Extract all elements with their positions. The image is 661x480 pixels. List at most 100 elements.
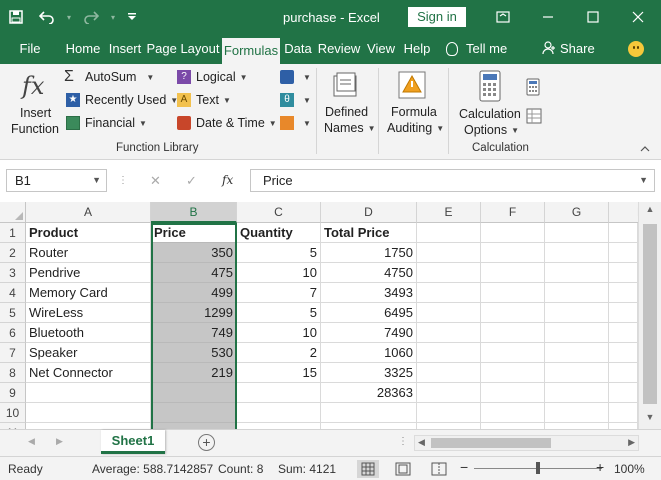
row-header[interactable]: 10 (0, 403, 26, 423)
cell-h1[interactable] (609, 223, 638, 243)
cell-h6[interactable] (609, 323, 638, 343)
add-sheet-icon[interactable]: + (198, 434, 215, 451)
cell-a9[interactable] (26, 383, 151, 403)
horizontal-scroll-thumb[interactable] (431, 438, 551, 448)
cell-a6[interactable]: Bluetooth (26, 323, 151, 343)
chevron-down-icon[interactable]: ▼ (92, 170, 101, 191)
cell-h5[interactable] (609, 303, 638, 323)
cell-e9[interactable] (417, 383, 481, 403)
scroll-left-icon[interactable]: ◀ (418, 437, 425, 448)
cell-e2[interactable] (417, 243, 481, 263)
cell-e6[interactable] (417, 323, 481, 343)
collapse-ribbon-icon[interactable] (640, 144, 650, 155)
select-all-button[interactable] (0, 202, 26, 223)
cell-d1[interactable]: Total Price (321, 223, 417, 243)
cell-g8[interactable] (545, 363, 609, 383)
cell-b5[interactable]: 1299 (151, 303, 237, 323)
cell-f6[interactable] (481, 323, 545, 343)
insert-function-label-2[interactable]: Function (11, 122, 59, 136)
scroll-up-icon[interactable]: ▲ (639, 204, 661, 220)
cell-c6[interactable]: 10 (237, 323, 321, 343)
cell-a4[interactable]: Memory Card (26, 283, 151, 303)
tell-me-search[interactable]: Tell me (466, 34, 522, 64)
column-header-e[interactable]: E (417, 202, 481, 223)
redo-dropdown-icon[interactable]: ▾ (106, 0, 120, 34)
cell-d3[interactable]: 4750 (321, 263, 417, 283)
lookup-reference-button[interactable]: ▼ (280, 70, 311, 84)
formula-auditing-icon[interactable] (397, 70, 429, 103)
cell-c2[interactable]: 5 (237, 243, 321, 263)
tab-page-layout[interactable]: Page Layout (146, 34, 220, 64)
cell-d8[interactable]: 3325 (321, 363, 417, 383)
column-header-g[interactable]: G (545, 202, 609, 223)
cell-g3[interactable] (545, 263, 609, 283)
cell-h3[interactable] (609, 263, 638, 283)
zoom-level[interactable]: 100% (614, 462, 645, 476)
formula-input[interactable]: Price ▼ (250, 169, 655, 192)
date-time-button[interactable]: Date & Time ▼ (177, 116, 277, 130)
row-header[interactable]: 2 (0, 243, 26, 263)
column-header-a[interactable]: A (26, 202, 151, 223)
cell-h8[interactable] (609, 363, 638, 383)
cell-e4[interactable] (417, 283, 481, 303)
financial-button[interactable]: Financial ▼ (66, 116, 147, 130)
cell-c4[interactable]: 7 (237, 283, 321, 303)
share-button[interactable]: Share (560, 34, 595, 64)
cancel-icon[interactable]: ✕ (150, 169, 161, 192)
scroll-down-icon[interactable]: ▼ (639, 412, 661, 428)
cell-e8[interactable] (417, 363, 481, 383)
calculate-now-icon[interactable] (526, 78, 540, 99)
cell-h4[interactable] (609, 283, 638, 303)
redo-icon[interactable] (76, 0, 106, 34)
cell-f10[interactable] (481, 403, 545, 423)
cell-a1[interactable]: Product (26, 223, 151, 243)
cell-d10[interactable] (321, 403, 417, 423)
formula-bar-handle-icon[interactable]: ⋮ (118, 169, 128, 192)
cell-b6[interactable]: 749 (151, 323, 237, 343)
scroll-right-icon[interactable]: ▶ (628, 437, 635, 448)
customize-toolbar-icon[interactable] (120, 0, 144, 34)
cell-g2[interactable] (545, 243, 609, 263)
tab-review[interactable]: Review (316, 34, 362, 64)
row-header[interactable]: 5 (0, 303, 26, 323)
cell-c8[interactable]: 15 (237, 363, 321, 383)
tab-help[interactable]: Help (400, 34, 434, 64)
zoom-slider-thumb[interactable] (536, 462, 540, 474)
cell-c5[interactable]: 5 (237, 303, 321, 323)
page-break-view-icon[interactable] (428, 460, 450, 478)
cell-a3[interactable]: Pendrive (26, 263, 151, 283)
cell-g5[interactable] (545, 303, 609, 323)
cell-h9[interactable] (609, 383, 638, 403)
cell-b3[interactable]: 475 (151, 263, 237, 283)
cell-g6[interactable] (545, 323, 609, 343)
row-header[interactable]: 8 (0, 363, 26, 383)
defined-names-label-1[interactable]: Defined (325, 105, 368, 119)
tab-data[interactable]: Data (282, 34, 314, 64)
cell-e1[interactable] (417, 223, 481, 243)
cell-f2[interactable] (481, 243, 545, 263)
cell-b1[interactable]: Price (151, 223, 237, 243)
row-header[interactable]: 3 (0, 263, 26, 283)
cell-h10[interactable] (609, 403, 638, 423)
name-box[interactable]: B1 ▼ (6, 169, 107, 192)
cell-d4[interactable]: 3493 (321, 283, 417, 303)
cell-a8[interactable]: Net Connector (26, 363, 151, 383)
cell-e7[interactable] (417, 343, 481, 363)
cell-h2[interactable] (609, 243, 638, 263)
ribbon-display-options-icon[interactable] (480, 0, 525, 34)
autosum-button[interactable]: Σ AutoSum ▼ (64, 69, 154, 85)
sign-in-button[interactable]: Sign in (408, 7, 466, 27)
tab-split-handle-icon[interactable]: ⋮ (398, 436, 408, 447)
insert-function-icon[interactable]: fx (22, 72, 44, 100)
cell-d2[interactable]: 1750 (321, 243, 417, 263)
cell-b4[interactable]: 499 (151, 283, 237, 303)
column-header-b[interactable]: B (151, 202, 237, 223)
calculate-sheet-icon[interactable] (526, 108, 542, 127)
defined-names-button[interactable]: Names ▼ (324, 121, 376, 135)
maximize-icon[interactable] (570, 0, 615, 34)
cell-c9[interactable] (237, 383, 321, 403)
cell-c3[interactable]: 10 (237, 263, 321, 283)
defined-names-icon[interactable] (331, 70, 361, 103)
tab-formulas[interactable]: Formulas (222, 38, 280, 64)
tab-home[interactable]: Home (62, 34, 104, 64)
